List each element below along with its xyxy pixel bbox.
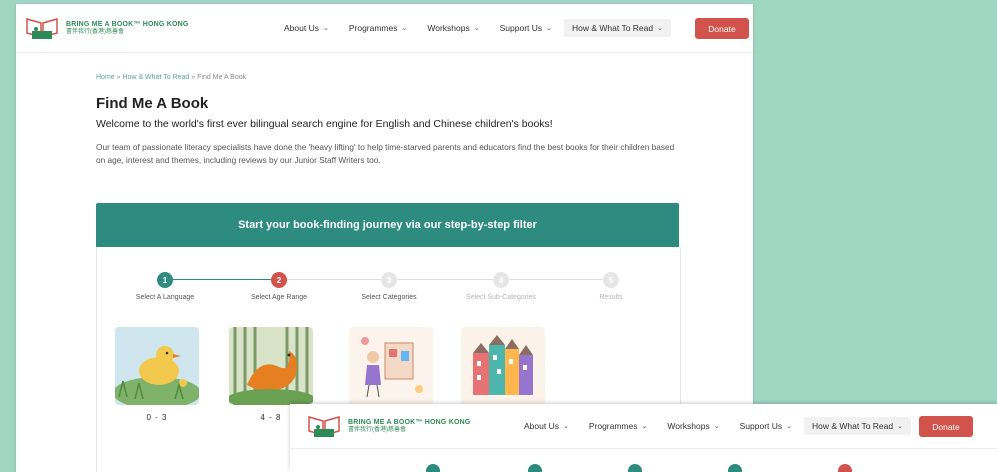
girl-with-book-illustration-icon (349, 327, 433, 405)
nav-programmes[interactable]: Programmes ⌄ (581, 417, 656, 435)
book-logo-icon (24, 15, 60, 41)
step-language[interactable]: 1 Select A Language (115, 272, 215, 301)
breadcrumb-home[interactable]: Home (96, 74, 115, 81)
nav-label: Support Us (499, 23, 543, 33)
step-number: 5 (603, 272, 619, 288)
page-content: Home » How & What To Read » Find Me A Bo… (96, 74, 696, 168)
brand-name-zh: 書伴我行(香港)慈善會 (66, 28, 124, 35)
nav-about-us[interactable]: About Us ⌄ (276, 19, 337, 37)
step-number: 4 (493, 272, 509, 288)
step-number: 3 (381, 272, 397, 288)
nav-label: Programmes (348, 23, 398, 33)
step-dot (426, 464, 440, 472)
donate-button[interactable]: Donate (695, 18, 749, 39)
step-dot (728, 464, 742, 472)
step-number: 1 (157, 272, 173, 288)
nav-programmes[interactable]: Programmes ⌄ (341, 19, 416, 37)
page-subtitle: Welcome to the world's first ever biling… (96, 118, 553, 130)
step-age-range[interactable]: 2 Select Age Range (229, 272, 329, 301)
nav-label: Workshops (667, 421, 710, 431)
site-header: BRING ME A BOOK™ HONG KONG 書伴我行(香港)慈善會 A… (16, 4, 753, 53)
page-description: Our team of passionate literacy speciali… (96, 142, 675, 166)
nav-label: Programmes (588, 421, 638, 431)
chevron-down-icon: ⌄ (473, 25, 480, 32)
chevron-down-icon: ⌄ (401, 25, 408, 32)
duck-illustration-icon (115, 327, 199, 405)
nav-label: How & What To Read (572, 23, 654, 33)
book-logo-icon (306, 413, 342, 439)
main-window: BRING ME A BOOK™ HONG KONG 書伴我行(香港)慈善會 A… (16, 4, 753, 472)
brand-logo[interactable]: BRING ME A BOOK™ HONG KONG 書伴我行(香港)慈善會 (306, 413, 471, 439)
secondary-window: BRING ME A BOOK™ HONG KONG 書伴我行(香港)慈善會 A… (290, 404, 997, 472)
breadcrumb-separator: » (116, 74, 121, 81)
nav-support-us[interactable]: Support Us ⌄ (492, 19, 560, 37)
step-sub-categories: 4 Select Sub-Categories (451, 272, 551, 301)
step-label: Select Age Range (250, 294, 308, 301)
chevron-down-icon: ⌄ (546, 25, 553, 32)
age-option-4[interactable] (461, 327, 545, 413)
site-header: BRING ME A BOOK™ HONG KONG 書伴我行(香港)慈善會 A… (290, 404, 997, 449)
age-option-3[interactable] (349, 327, 433, 413)
main-nav: About Us ⌄ Programmes ⌄ Workshops ⌄ Supp… (272, 4, 671, 52)
chevron-down-icon: ⌄ (657, 25, 663, 32)
brand-logo[interactable]: BRING ME A BOOK™ HONG KONG 書伴我行(香港)慈善會 (24, 15, 189, 41)
chevron-down-icon: ⌄ (897, 423, 903, 430)
main-nav: About Us ⌄ Programmes ⌄ Workshops ⌄ Supp… (512, 404, 911, 448)
nav-how-what-to-read[interactable]: How & What To Read ⌄ (564, 19, 671, 37)
houses-illustration-icon (461, 327, 545, 405)
brand-name-en: BRING ME A BOOK™ HONG KONG (348, 418, 471, 426)
filter-banner: Start your book-finding journey via our … (96, 203, 679, 247)
step-dot (838, 464, 852, 472)
breadcrumb-current: Find Me A Book (197, 74, 247, 81)
breadcrumb-section[interactable]: How & What To Read (123, 74, 190, 81)
chevron-down-icon: ⌄ (786, 423, 793, 430)
nav-workshops[interactable]: Workshops ⌄ (419, 19, 487, 37)
chevron-down-icon: ⌄ (641, 423, 648, 430)
age-label: 0 - 3 (146, 413, 168, 422)
step-label: Select Sub-Categories (465, 294, 537, 301)
step-dot (628, 464, 642, 472)
brand-name-en: BRING ME A BOOK™ HONG KONG (66, 20, 189, 28)
nav-label: How & What To Read (812, 421, 894, 431)
nav-workshops[interactable]: Workshops ⌄ (659, 417, 727, 435)
page-title: Find Me A Book (96, 95, 209, 112)
filter-steps: 1 Select A Language 2 Select Age Range 3… (97, 272, 680, 312)
chevron-down-icon: ⌄ (562, 423, 569, 430)
brand-name-zh: 書伴我行(香港)慈善會 (348, 426, 406, 433)
step-number: 2 (271, 272, 287, 288)
breadcrumb-separator: » (191, 74, 196, 81)
nav-label: Support Us (739, 421, 783, 431)
nav-label: About Us (524, 421, 559, 431)
nav-label: About Us (284, 23, 319, 33)
step-results: 5 Results (561, 272, 661, 301)
chevron-down-icon: ⌄ (713, 423, 720, 430)
step-categories[interactable]: 3 Select Categories (339, 272, 439, 301)
chevron-down-icon: ⌄ (322, 25, 329, 32)
donate-button[interactable]: Donate (919, 416, 973, 437)
dragon-illustration-icon (229, 327, 313, 405)
nav-about-us[interactable]: About Us ⌄ (516, 417, 577, 435)
age-option-0-3[interactable]: 0 - 3 (115, 327, 199, 422)
breadcrumb: Home » How & What To Read » Find Me A Bo… (96, 74, 696, 81)
nav-label: Workshops (427, 23, 470, 33)
step-label: Results (599, 294, 623, 301)
step-label: Select Categories (361, 294, 417, 301)
filter-steps-partial (370, 460, 970, 472)
step-label: Select A Language (135, 294, 195, 301)
nav-support-us[interactable]: Support Us ⌄ (732, 417, 800, 435)
step-dot (528, 464, 542, 472)
nav-how-what-to-read[interactable]: How & What To Read ⌄ (804, 417, 911, 435)
